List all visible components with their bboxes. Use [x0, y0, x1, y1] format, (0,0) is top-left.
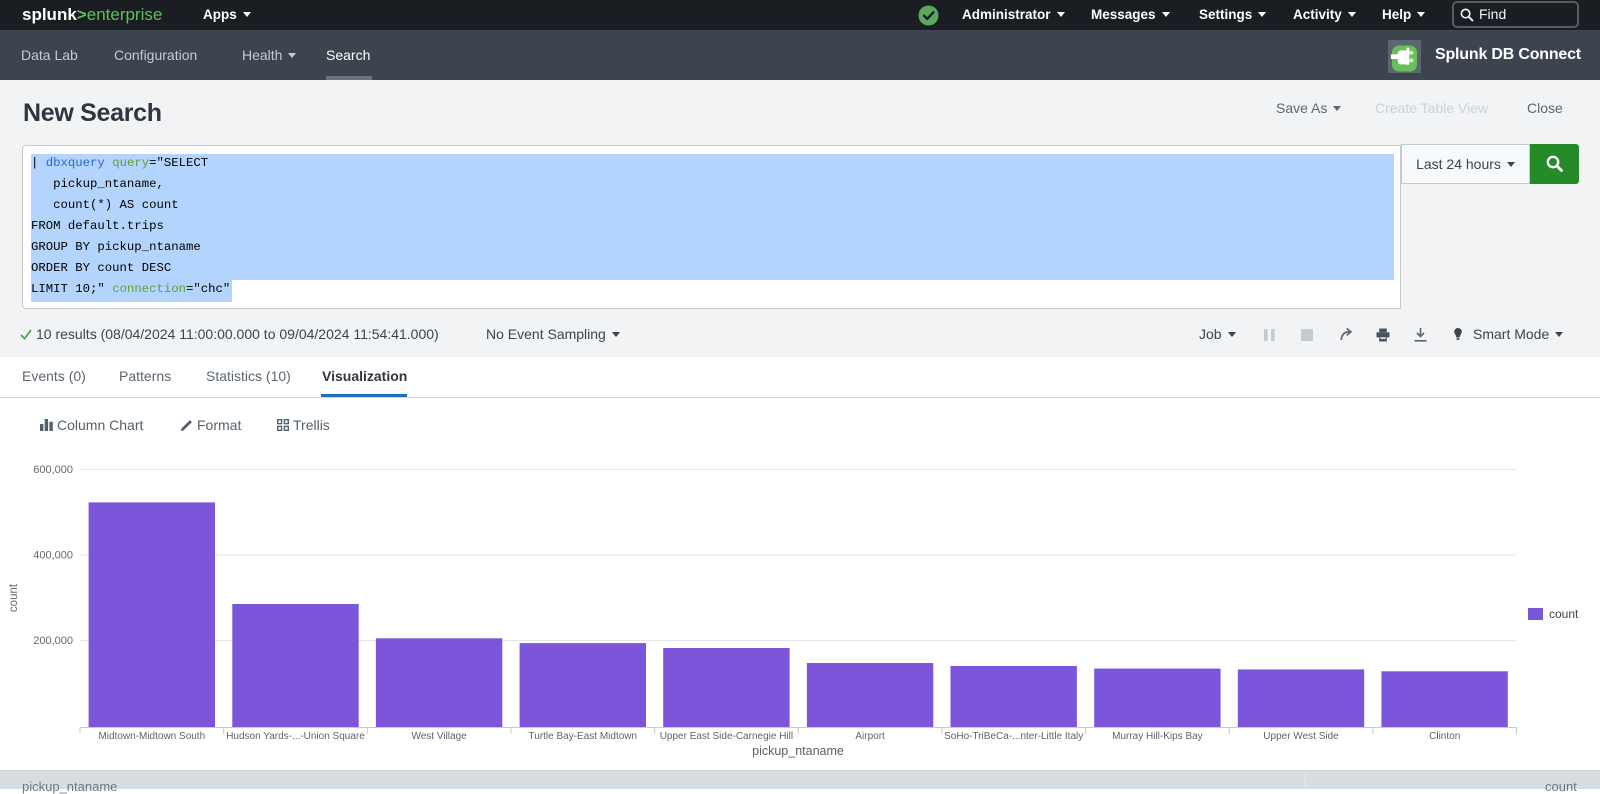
- svg-text:Airport: Airport: [855, 731, 885, 742]
- svg-text:Midtown-Midtown South: Midtown-Midtown South: [98, 731, 205, 742]
- svg-text:count: count: [1549, 607, 1579, 621]
- svg-text:SoHo-TriBeCa-...nter-Little It: SoHo-TriBeCa-...nter-Little Italy: [944, 731, 1083, 742]
- svg-text:Clinton: Clinton: [1429, 731, 1460, 742]
- svg-text:Upper West Side: Upper West Side: [1263, 731, 1339, 742]
- svg-text:600,000: 600,000: [33, 464, 73, 476]
- svg-text:Hudson Yards-...-Union Square: Hudson Yards-...-Union Square: [226, 731, 365, 742]
- svg-text:400,000: 400,000: [33, 550, 73, 562]
- svg-text:pickup_ntaname: pickup_ntaname: [752, 744, 844, 758]
- svg-text:Upper East Side-Carnegie Hill: Upper East Side-Carnegie Hill: [660, 731, 793, 742]
- svg-text:West Village: West Village: [411, 731, 467, 742]
- svg-text:count: count: [8, 583, 20, 612]
- svg-text:Murray Hill-Kips Bay: Murray Hill-Kips Bay: [1112, 731, 1203, 742]
- svg-text:200,000: 200,000: [33, 635, 73, 647]
- svg-text:Turtle Bay-East Midtown: Turtle Bay-East Midtown: [529, 731, 638, 742]
